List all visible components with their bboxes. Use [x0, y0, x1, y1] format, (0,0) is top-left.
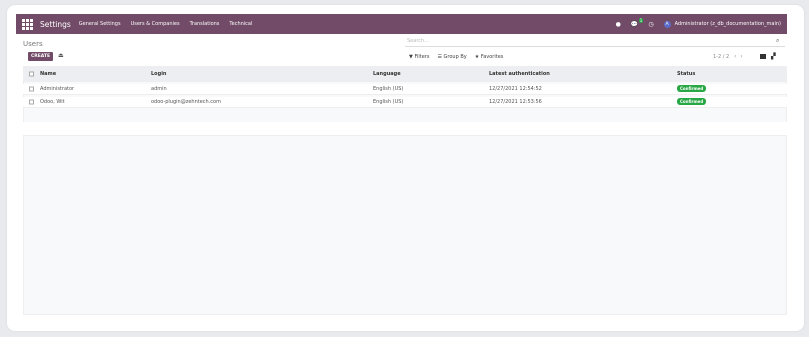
cell-latest-auth: 12/27/2021 12:53:56 — [489, 99, 542, 105]
table-row[interactable]: Administrator admin English (US) 12/27/2… — [23, 84, 787, 95]
user-name[interactable]: Administrator (z_db_documentation_main) — [675, 21, 781, 27]
chevron-right-icon[interactable]: › — [740, 53, 742, 60]
cell-language: English (US) — [373, 99, 404, 105]
clock-icon[interactable]: ◷ — [648, 21, 653, 28]
list-view-icon[interactable] — [760, 54, 766, 59]
favorites-button[interactable]: ★ Favorites — [475, 54, 504, 60]
filter-bar: ▼ Filters ☰ Group By ★ Favorites — [409, 54, 503, 60]
cell-login: admin — [151, 86, 167, 92]
kanban-view-icon[interactable]: ▞ — [771, 53, 776, 60]
cell-name: Odoo, Wit — [40, 99, 65, 105]
chevron-left-icon[interactable]: ‹ — [734, 53, 736, 60]
menu-general-settings[interactable]: General Settings — [79, 21, 121, 27]
col-status[interactable]: Status — [677, 71, 695, 77]
cell-login: odoo-plugin@zehntech.com — [151, 99, 221, 105]
menu-users-companies[interactable]: Users & Companies — [131, 21, 180, 27]
status-badge: Confirmed — [677, 85, 707, 92]
col-language[interactable]: Language — [373, 71, 401, 77]
top-navbar: Settings General Settings Users & Compan… — [16, 14, 787, 34]
row-checkbox[interactable] — [29, 86, 34, 92]
select-all-checkbox[interactable] — [29, 71, 34, 77]
search-icon[interactable]: ⌕ — [776, 37, 779, 45]
menu-translations[interactable]: Translations — [190, 21, 220, 27]
apps-menu-icon[interactable] — [22, 18, 34, 30]
upload-icon[interactable]: ⏏ — [58, 52, 64, 59]
col-name[interactable]: Name — [40, 71, 56, 77]
bug-icon[interactable]: ● — [616, 21, 621, 28]
table-row[interactable]: Odoo, Wit odoo-plugin@zehntech.com Engli… — [23, 97, 787, 108]
create-button[interactable]: CREATE — [28, 52, 53, 61]
empty-row — [23, 122, 787, 136]
chat-count-badge: 1 — [638, 17, 644, 23]
app-brand[interactable]: Settings — [40, 20, 71, 29]
cell-name: Administrator — [40, 86, 75, 92]
col-login[interactable]: Login — [151, 71, 166, 77]
chat-icon[interactable]: 💬 1 — [631, 17, 644, 28]
row-checkbox[interactable] — [29, 99, 34, 105]
cell-latest-auth: 12/27/2021 12:54:52 — [489, 86, 542, 92]
filters-button[interactable]: ▼ Filters — [409, 54, 429, 60]
pager-arrows[interactable]: ‹ › — [734, 53, 743, 60]
search-input[interactable]: Search... — [405, 36, 785, 47]
status-badge: Confirmed — [677, 98, 707, 105]
table-header: Name Login Language Latest authenticatio… — [23, 66, 787, 82]
group-by-button[interactable]: ☰ Group By — [437, 54, 466, 60]
avatar[interactable]: A — [663, 20, 671, 28]
cell-language: English (US) — [373, 86, 404, 92]
col-latest-auth[interactable]: Latest authentication — [489, 71, 550, 77]
pager-value[interactable]: 1-2 / 2 — [713, 54, 729, 60]
breadcrumb: Users — [23, 40, 43, 48]
menu-technical[interactable]: Technical — [229, 21, 252, 27]
